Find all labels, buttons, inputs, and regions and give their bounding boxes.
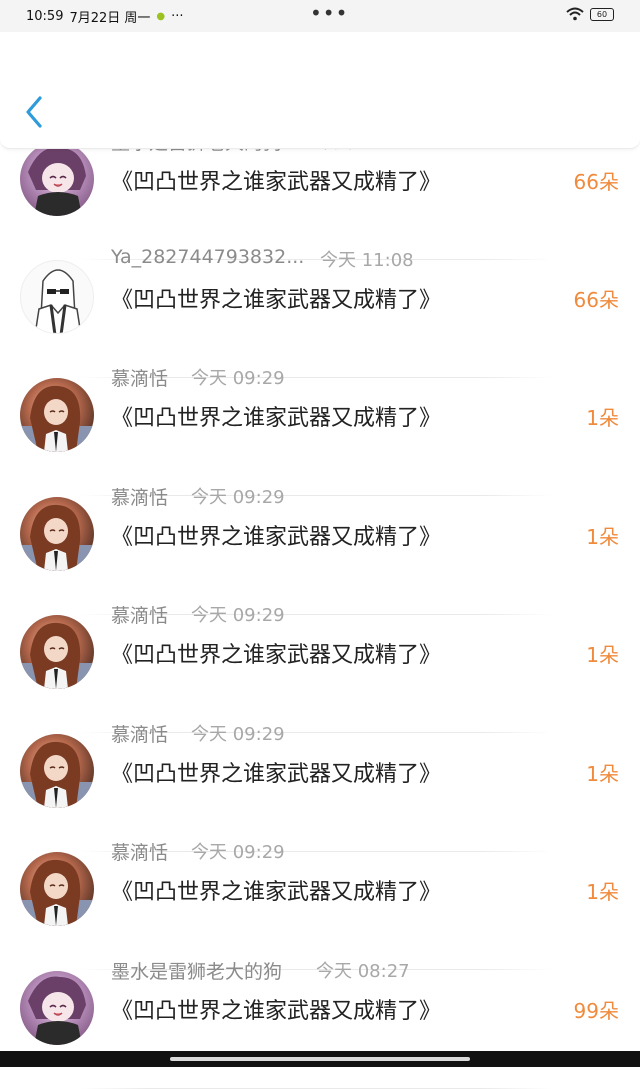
avatar[interactable] <box>20 260 94 334</box>
list-item[interactable]: 墨水是雷狮老大的狗今天 22:48《凹凸世界之谁家武器又成精了》66朵 <box>0 132 640 260</box>
status-time: 10:59 <box>26 9 64 24</box>
avatar[interactable] <box>20 852 94 926</box>
username[interactable]: 慕滴恬 <box>111 483 168 510</box>
timestamp: 今天 08:27 <box>316 961 410 982</box>
timestamp: 今天 09:29 <box>191 487 285 508</box>
home-indicator[interactable] <box>170 1057 470 1061</box>
flower-count: 1朵 <box>586 762 619 786</box>
username[interactable]: 慕滴恬 <box>111 838 168 865</box>
gift-message: 《凹凸世界之谁家武器又成精了》 <box>111 288 442 313</box>
status-right: 60 <box>566 7 614 21</box>
avatar-art <box>20 504 94 571</box>
notification-icon: ● <box>156 11 166 22</box>
avatar[interactable] <box>20 971 94 1045</box>
avatar[interactable] <box>20 142 94 216</box>
flower-count: 99朵 <box>573 999 619 1023</box>
avatar-art <box>20 622 94 689</box>
flower-count: 1朵 <box>586 880 619 904</box>
avatar-art <box>20 385 94 452</box>
gift-message: 《凹凸世界之谁家武器又成精了》 <box>111 880 442 905</box>
list-item[interactable]: 慕滴恬 今天 09:29 《凹凸世界之谁家武器又成精了》 1朵 <box>0 724 640 852</box>
battery-icon: 60 <box>590 7 614 21</box>
window-dots-icon[interactable]: ••• <box>310 3 348 23</box>
flower-count: 1朵 <box>586 643 619 667</box>
avatar-art <box>20 741 94 808</box>
status-date: 7月22日 周一 <box>69 11 151 26</box>
wifi-icon <box>566 7 584 21</box>
username[interactable]: 慕滴恬 <box>111 364 168 391</box>
list-item[interactable]: 慕滴恬 今天 09:29 《凹凸世界之谁家武器又成精了》 1朵 <box>0 487 640 615</box>
status-more: ··· <box>171 9 184 24</box>
username[interactable]: Ya_282744793832... <box>111 246 304 268</box>
timestamp: 今天 09:29 <box>191 605 285 626</box>
list-item[interactable]: 墨水是雷狮老大的狗 今天 08:27 《凹凸世界之谁家武器又成精了》 99朵 <box>0 961 640 1089</box>
username[interactable]: 慕滴恬 <box>111 720 168 747</box>
flower-count: 1朵 <box>586 406 619 430</box>
back-button[interactable] <box>20 94 50 130</box>
avatar-art <box>28 147 86 216</box>
avatar[interactable] <box>20 378 94 452</box>
flower-count: 66朵 <box>573 170 619 194</box>
gift-message: 《凹凸世界之谁家武器又成精了》 <box>111 999 442 1024</box>
timestamp: 今天 09:29 <box>191 368 285 389</box>
avatar-art <box>28 976 86 1045</box>
avatar-art <box>34 269 82 333</box>
list-item[interactable]: 慕滴恬 今天 09:29 《凹凸世界之谁家武器又成精了》 1朵 <box>0 605 640 733</box>
avatar[interactable] <box>20 615 94 689</box>
status-bar: 10:59 7月22日 周一 ● ··· ••• 60 <box>0 0 640 32</box>
gift-message: 《凹凸世界之谁家武器又成精了》 <box>111 643 442 668</box>
username[interactable]: 慕滴恬 <box>111 601 168 628</box>
avatar[interactable] <box>20 734 94 808</box>
list-item[interactable]: 慕滴恬 今天 09:29 《凹凸世界之谁家武器又成精了》 1朵 <box>0 842 640 970</box>
nav-bar <box>0 32 640 149</box>
gift-message: 《凹凸世界之谁家武器又成精了》 <box>111 406 442 431</box>
flower-count: 66朵 <box>573 288 619 312</box>
list-item[interactable]: Ya_282744793832... 今天 11:08 《凹凸世界之谁家武器又成精了… <box>0 246 640 378</box>
gift-message: 《凹凸世界之谁家武器又成精了》 <box>111 525 442 550</box>
home-bar <box>0 1051 640 1067</box>
username[interactable]: 墨水是雷狮老大的狗 <box>111 957 282 984</box>
list-item[interactable]: 慕滴恬 今天 09:29 《凹凸世界之谁家武器又成精了》 1朵 <box>0 368 640 496</box>
flower-count: 1朵 <box>586 525 619 549</box>
avatar-art <box>20 859 94 926</box>
avatar[interactable] <box>20 497 94 571</box>
timestamp: 今天 11:08 <box>320 250 414 271</box>
gift-message: 《凹凸世界之谁家武器又成精了》 <box>111 170 442 195</box>
timestamp: 今天 09:29 <box>191 842 285 863</box>
gift-message: 《凹凸世界之谁家武器又成精了》 <box>111 762 442 787</box>
status-left: 10:59 7月22日 周一 ● ··· <box>26 7 184 26</box>
timestamp: 今天 09:29 <box>191 724 285 745</box>
